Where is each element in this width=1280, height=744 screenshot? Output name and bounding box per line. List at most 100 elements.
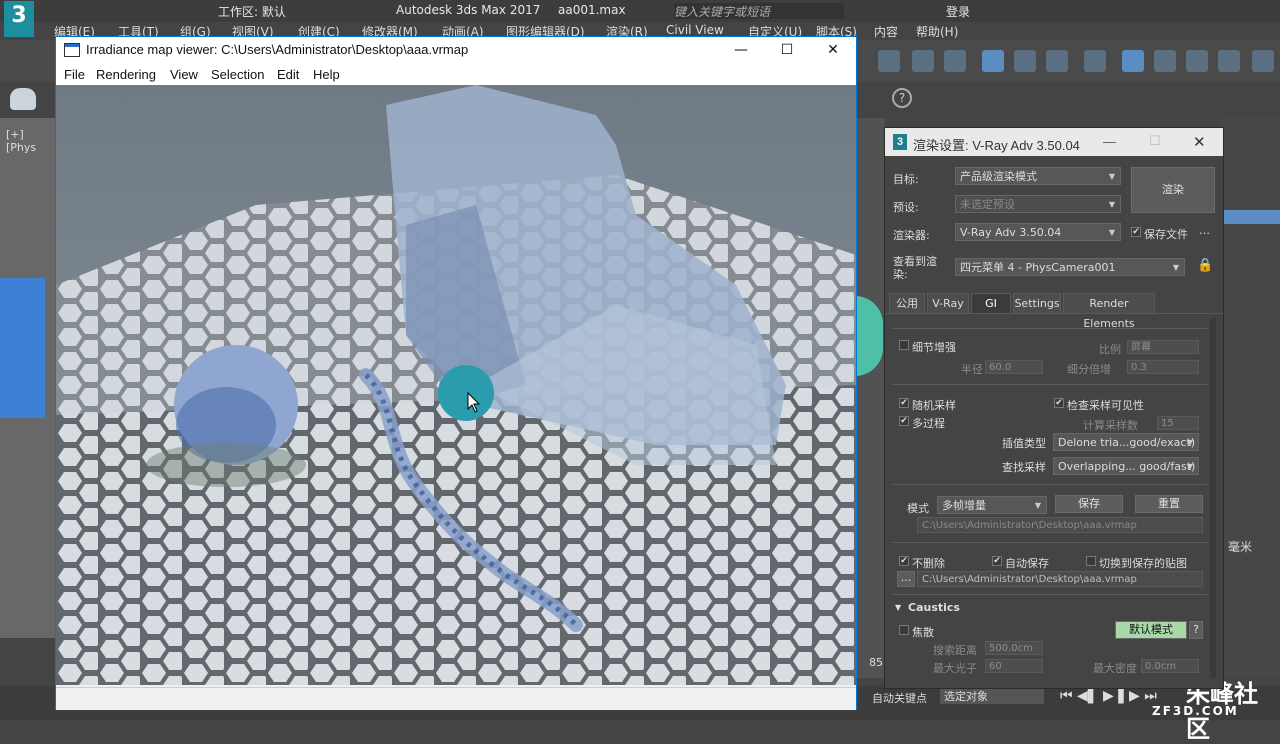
toolbar-icon[interactable]	[912, 50, 934, 72]
render-icon[interactable]	[1186, 50, 1208, 72]
multipass-checkbox[interactable]: ✔	[899, 416, 909, 426]
sphere-shadow	[146, 443, 306, 487]
more-options-icon[interactable]: …	[1199, 224, 1210, 237]
toolbar-icon[interactable]	[1014, 50, 1036, 72]
save-map-button[interactable]: 保存	[1055, 495, 1123, 513]
search-dist-spinner[interactable]: 500.0cm	[985, 641, 1043, 655]
auto-save-path-field[interactable]: C:\Users\Administrator\Desktop\aaa.vrmap	[917, 571, 1203, 587]
save-file-checkbox[interactable]: ✔	[1131, 227, 1141, 237]
mode-dropdown[interactable]: 多帧增量 ▼	[937, 496, 1047, 514]
collapse-arrow-icon[interactable]: ▼	[895, 603, 901, 612]
minimize-button[interactable]: —	[1103, 134, 1116, 149]
render-setup-icon[interactable]	[1122, 50, 1144, 72]
auto-save-checkbox[interactable]: ✔	[992, 556, 1002, 566]
lookup-dropdown[interactable]: Overlapping... good/fast) ▼	[1053, 457, 1199, 475]
irradiance-point-cloud	[56, 85, 856, 685]
tab-gi[interactable]: GI	[971, 293, 1011, 313]
render-icon[interactable]	[1218, 50, 1240, 72]
menu-edit[interactable]: Edit	[277, 67, 299, 82]
divider	[893, 594, 1207, 595]
check-visibility-checkbox[interactable]: ✔	[1054, 398, 1064, 408]
interp-type-value: Delone tria...good/exact)	[1058, 436, 1195, 449]
render-button[interactable]: 渲染	[1131, 167, 1215, 213]
close-button[interactable]: ✕	[810, 37, 856, 63]
autokey-button[interactable]: 自动关键点	[872, 690, 927, 706]
toolbar-icon[interactable]	[982, 50, 1004, 72]
max-logo-icon[interactable]: 3	[4, 1, 34, 37]
tab-vray[interactable]: V-Ray	[927, 293, 969, 313]
tab-underline	[885, 313, 1223, 314]
menu-view[interactable]: View	[170, 67, 198, 82]
irradiance-window-title: Irradiance map viewer: C:\Users\Administ…	[86, 42, 469, 57]
chevron-down-icon: ▼	[1108, 200, 1115, 209]
browse-button[interactable]: ...	[897, 571, 915, 587]
subdiv-mult-spinner[interactable]: 0.3	[1127, 360, 1199, 374]
caustics-title[interactable]: Caustics	[908, 601, 960, 614]
random-sample-checkbox[interactable]: ✔	[899, 398, 909, 408]
menu-rendering[interactable]: Rendering	[96, 67, 156, 82]
max-photons-spinner[interactable]: 60	[985, 659, 1043, 673]
map-path-field[interactable]: C:\Users\Administrator\Desktop\aaa.vrmap	[917, 517, 1203, 533]
detail-enhance-checkbox[interactable]	[899, 340, 909, 350]
radius-spinner[interactable]: 60.0	[985, 360, 1043, 374]
menu-file[interactable]: File	[64, 67, 85, 82]
irradiance-menu-bar: File Rendering View Selection Edit Help	[56, 63, 856, 85]
maximize-button[interactable]: ☐	[1149, 133, 1161, 149]
viewport-label[interactable]: [+] [Phys	[6, 128, 55, 154]
help-button[interactable]: ?	[1189, 621, 1203, 639]
caustics-checkbox[interactable]	[899, 625, 909, 635]
render-settings-dialog[interactable]: 3 渲染设置: V-Ray Adv 3.50.04 — ☐ ✕ 目标: 产品级渲…	[884, 127, 1224, 689]
max-density-spinner[interactable]: 0.0cm	[1141, 659, 1199, 673]
tab-render-elements[interactable]: Render Elements	[1063, 293, 1155, 330]
interp-type-dropdown[interactable]: Delone tria...good/exact) ▼	[1053, 433, 1199, 451]
preset-dropdown[interactable]: 未选定预设 ▼	[955, 195, 1121, 213]
detail-enhance-label: 细节增强	[912, 341, 956, 354]
sphere-teal	[438, 365, 494, 421]
play-controls[interactable]: ⏮ ◀▌ ▶ ▌▶ ⏭	[1060, 688, 1157, 704]
menu-selection[interactable]: Selection	[211, 67, 264, 82]
renderer-value: V-Ray Adv 3.50.04	[960, 226, 1062, 239]
selection-set-dropdown[interactable]: 选定对象	[940, 688, 1044, 704]
render-settings-title-bar[interactable]: 3 渲染设置: V-Ray Adv 3.50.04 — ☐ ✕	[885, 128, 1223, 156]
menu-item[interactable]: Civil View	[666, 23, 724, 37]
toolbar-icon[interactable]	[1046, 50, 1068, 72]
command-panel-tab[interactable]	[1222, 210, 1280, 224]
toolbar-icon[interactable]	[1252, 50, 1274, 72]
minimize-button[interactable]: —	[718, 37, 764, 63]
workspace-label[interactable]: 工作区: 默认	[218, 3, 286, 20]
teapot-icon[interactable]	[10, 88, 36, 110]
max-title-bar: 3 工作区: 默认 Autodesk 3ds Max 2017 aa001.ma…	[0, 0, 1280, 37]
menu-item[interactable]: 内容	[874, 23, 898, 40]
login-link[interactable]: 登录	[946, 3, 970, 20]
rendered-frame-icon[interactable]	[1154, 50, 1176, 72]
window-icon	[64, 43, 80, 57]
view-dropdown[interactable]: 四元菜单 4 - PhysCamera001 ▼	[955, 258, 1185, 276]
lock-icon[interactable]: 🔒	[1197, 258, 1213, 273]
default-mode-button[interactable]: 默认模式	[1115, 621, 1187, 639]
menu-help[interactable]: Help	[313, 67, 340, 82]
calc-samples-spinner[interactable]: 15	[1157, 416, 1199, 430]
search-input[interactable]: 键入关键字或短语	[674, 3, 844, 19]
target-dropdown[interactable]: 产品级渲染模式 ▼	[955, 167, 1121, 185]
toolbar-icon[interactable]	[944, 50, 966, 72]
help-icon[interactable]: ?	[892, 88, 912, 108]
tab-settings[interactable]: Settings	[1013, 293, 1061, 313]
maximize-button[interactable]: ☐	[764, 37, 810, 63]
dont-delete-checkbox[interactable]: ✔	[899, 556, 909, 566]
toolbar-icon[interactable]	[1084, 50, 1106, 72]
file-name: aa001.max	[558, 3, 626, 17]
tab-common[interactable]: 公用	[889, 293, 925, 313]
panel-scrollbar[interactable]	[1210, 318, 1216, 678]
switch-to-saved-checkbox[interactable]	[1086, 556, 1096, 566]
subdiv-mult-label: 细分倍增	[1067, 363, 1111, 376]
irradiance-map-viewer-window[interactable]: Irradiance map viewer: C:\Users\Administ…	[55, 36, 857, 710]
scale-dropdown[interactable]: 屏幕	[1127, 340, 1199, 354]
viewport-left-area[interactable]: [+] [Phys	[0, 118, 55, 638]
irradiance-3d-view[interactable]	[56, 85, 856, 685]
toolbar-icon[interactable]	[878, 50, 900, 72]
menu-item[interactable]: 帮助(H)	[916, 23, 958, 40]
renderer-dropdown[interactable]: V-Ray Adv 3.50.04 ▼	[955, 223, 1121, 241]
close-button[interactable]: ✕	[1193, 133, 1206, 151]
reset-map-button[interactable]: 重置	[1135, 495, 1203, 513]
irradiance-title-bar[interactable]: Irradiance map viewer: C:\Users\Administ…	[56, 37, 856, 63]
